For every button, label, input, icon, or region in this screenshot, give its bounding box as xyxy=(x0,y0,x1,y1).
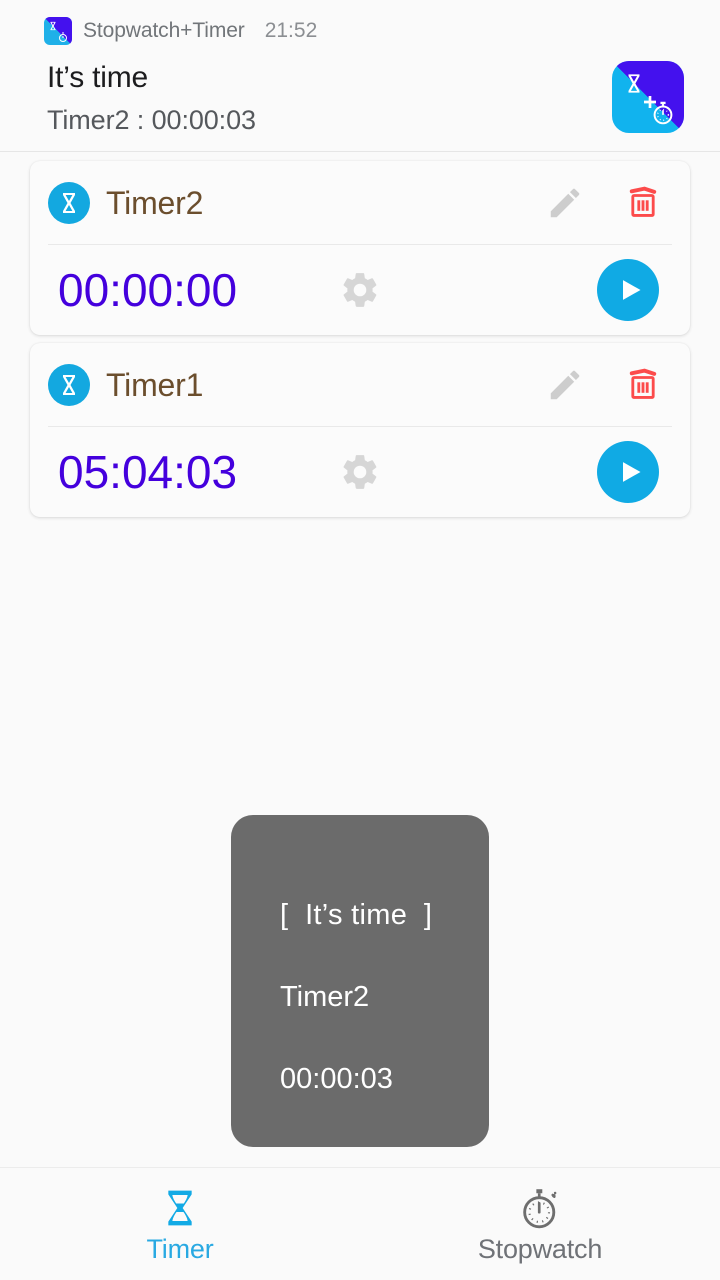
stopwatch-timer-app-icon xyxy=(44,17,72,45)
timer-name: Timer1 xyxy=(106,366,204,403)
timer-name: Timer2 xyxy=(106,184,204,221)
hourglass-icon xyxy=(48,364,90,406)
toast-timer-time: 00:00:03 xyxy=(280,1063,393,1095)
timer-card[interactable]: Timer2 00:00:00 xyxy=(30,161,690,335)
notification-large-app-icon xyxy=(612,61,684,133)
nav-tab-stopwatch-label: Stopwatch xyxy=(477,1233,603,1264)
toast-title: [ It’s time ] xyxy=(280,899,433,931)
play-icon[interactable] xyxy=(597,441,659,503)
timer-card[interactable]: Timer1 05:04:03 xyxy=(30,343,690,517)
hourglass-icon xyxy=(160,1184,200,1232)
stopwatch-icon xyxy=(59,32,67,42)
timer-card-body: 05:04:03 xyxy=(30,427,690,517)
trash-icon[interactable] xyxy=(616,358,670,412)
timer-card-header: Timer1 xyxy=(30,343,690,427)
timer-time-display[interactable]: 00:00:00 xyxy=(58,263,328,317)
play-icon[interactable] xyxy=(597,259,659,321)
notification-header[interactable]: Stopwatch+Timer 21:52 It’s time Timer2 :… xyxy=(0,0,720,152)
toast-notification: [ It’s time ] Timer2 00:00:03 xyxy=(231,815,489,1147)
notification-subtitle: Timer2 : 00:00:03 xyxy=(47,105,256,135)
bottom-navigation: Timer Stopwatch xyxy=(0,1167,720,1280)
notification-timestamp: 21:52 xyxy=(264,19,318,42)
gear-icon[interactable] xyxy=(328,258,392,322)
timer-card-header: Timer2 xyxy=(30,161,690,245)
timer-time-display[interactable]: 05:04:03 xyxy=(58,445,328,499)
stopwatch-icon xyxy=(517,1184,563,1232)
nav-tab-timer-label: Timer xyxy=(146,1233,214,1264)
trash-icon[interactable] xyxy=(616,176,670,230)
pencil-icon[interactable] xyxy=(538,176,592,230)
hourglass-icon xyxy=(628,74,640,93)
hourglass-icon xyxy=(48,182,90,224)
notification-app-name: Stopwatch+Timer xyxy=(83,19,245,42)
nav-tab-stopwatch[interactable]: Stopwatch xyxy=(360,1168,720,1280)
gear-icon[interactable] xyxy=(328,440,392,504)
timer-list: Timer2 00:00:00 Timer1 05:04:03 xyxy=(0,153,720,517)
notification-app-line: Stopwatch+Timer 21:52 xyxy=(44,17,317,45)
nav-tab-timer[interactable]: Timer xyxy=(0,1168,360,1280)
notification-title: It’s time xyxy=(47,61,149,94)
pencil-icon[interactable] xyxy=(538,358,592,412)
timer-card-body: 00:00:00 xyxy=(30,245,690,335)
toast-timer-name: Timer2 xyxy=(280,981,370,1013)
stopwatch-icon xyxy=(653,101,673,125)
